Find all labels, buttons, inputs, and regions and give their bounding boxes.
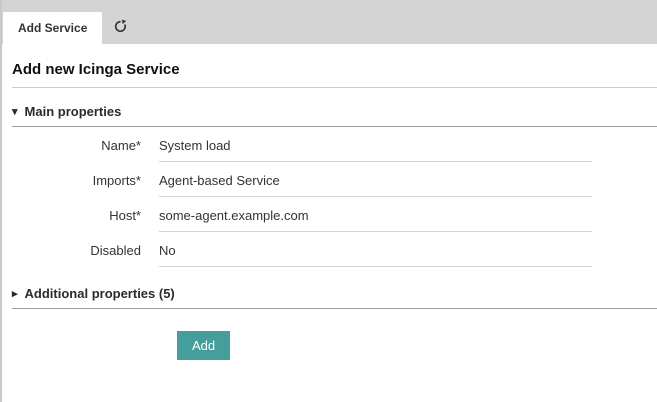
form-row-imports: Imports* Agent-based Service	[12, 173, 657, 197]
form-row-host: Host* some-agent.example.com	[12, 208, 657, 232]
host-select[interactable]: some-agent.example.com	[159, 208, 592, 232]
main-content: Add new Icinga Service ▾ Main properties…	[2, 61, 657, 360]
name-input[interactable]: System load	[159, 138, 592, 162]
caret-right-icon: ▸	[12, 287, 18, 300]
disabled-select[interactable]: No	[159, 243, 592, 267]
tab-add-service[interactable]: Add Service	[3, 12, 102, 44]
form-row-name: Name* System load	[12, 138, 657, 162]
refresh-icon	[113, 18, 128, 39]
imports-select[interactable]: Agent-based Service	[159, 173, 592, 197]
caret-down-icon: ▾	[12, 105, 18, 118]
section-toggle-main-properties[interactable]: ▾ Main properties	[12, 104, 657, 127]
imports-field-label: Imports*	[12, 173, 159, 188]
form-row-disabled: Disabled No	[12, 243, 657, 267]
refresh-button[interactable]	[102, 12, 138, 44]
tab-add-service-label: Add Service	[18, 21, 87, 35]
section-additional-properties-label: Additional properties (5)	[25, 286, 175, 301]
tab-bar: Add Service	[2, 0, 657, 44]
name-field-label: Name*	[12, 138, 159, 153]
host-field-label: Host*	[12, 208, 159, 223]
section-toggle-additional-properties[interactable]: ▸ Additional properties (5)	[12, 286, 657, 309]
section-main-properties-label: Main properties	[25, 104, 122, 119]
app-window: Add Service Add new Icinga Service ▾ Mai…	[0, 0, 657, 402]
page-title: Add new Icinga Service	[12, 61, 657, 88]
disabled-field-label: Disabled	[12, 243, 159, 258]
add-button[interactable]: Add	[177, 331, 230, 360]
